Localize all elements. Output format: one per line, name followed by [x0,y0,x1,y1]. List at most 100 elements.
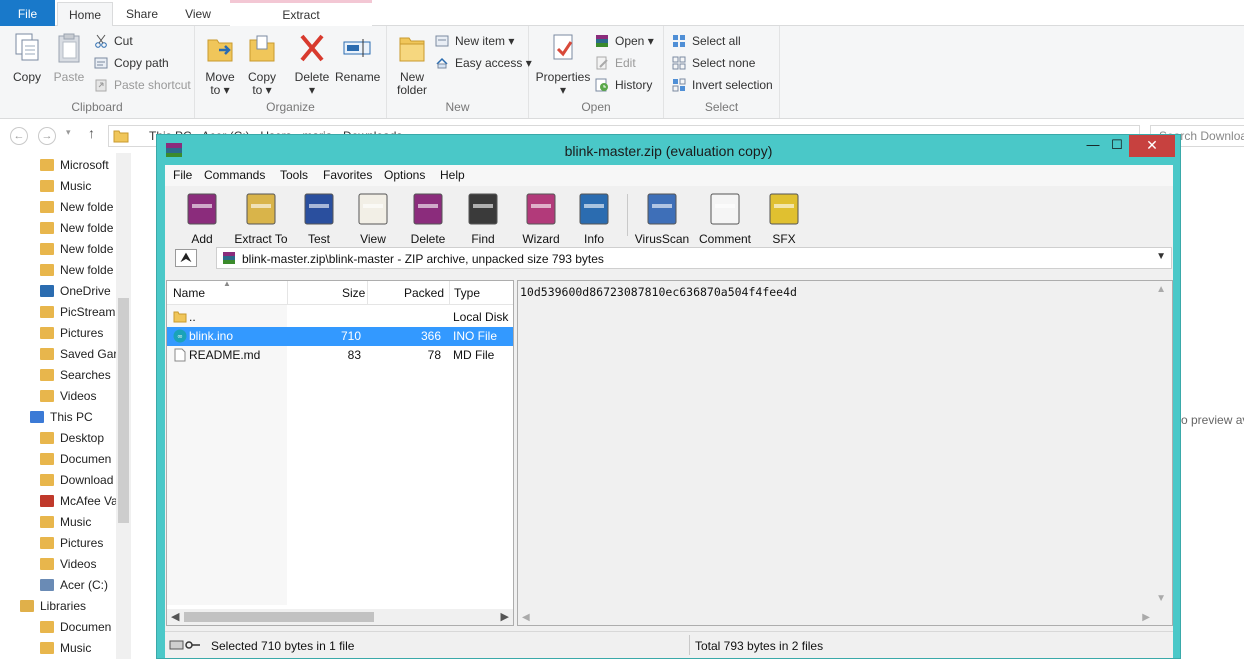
nav-item[interactable]: Download [40,470,116,491]
menu-file[interactable]: File [173,168,192,182]
nav-scrollbar-thumb[interactable] [118,298,129,523]
delete-button[interactable]: Delete ▾ [293,32,331,97]
tab-home[interactable]: Home [57,2,113,27]
nav-item[interactable]: Saved Gar [40,344,116,365]
new-item-label: New item [455,34,506,48]
history-button[interactable]: History [595,76,652,94]
column-size[interactable]: Size [342,286,365,300]
easy-access-button[interactable]: Easy access ▾ [435,54,532,72]
test-button[interactable]: Test [294,190,344,246]
add-button[interactable]: Add [173,190,231,246]
file-row[interactable]: README.md 83 78 MD File [167,346,513,365]
file-list-hscrollbar[interactable]: ◀ ▶ [167,609,513,625]
nav-item[interactable]: Desktop [40,428,116,449]
info-button[interactable]: Info [569,190,619,246]
column-type[interactable]: Type [454,286,480,300]
file-row-selected[interactable]: ∞ blink.ino 710 366 INO File [167,327,513,346]
delete-dropdown[interactable]: ▾ [293,84,331,97]
up-folder-button[interactable]: ⮝ [175,249,197,267]
menu-help[interactable]: Help [440,168,465,182]
history-icon [595,78,608,92]
nav-item[interactable]: Acer (C:) [40,575,116,596]
wizard-button[interactable]: Wizard [513,190,569,246]
new-item-button[interactable]: New item ▾ [435,32,514,50]
nav-scrollbar[interactable] [116,153,131,659]
nav-item-label: New folde [60,242,114,256]
edit-button[interactable]: Edit [595,54,636,72]
properties-button[interactable]: Properties ▾ [535,32,591,97]
new-folder-button[interactable]: New folder [395,32,429,97]
delete-button[interactable]: Delete [403,190,453,246]
nav-item[interactable]: Pictures [40,533,116,554]
select-none-button[interactable]: Select none [672,54,755,72]
menu-tools[interactable]: Tools [280,168,308,182]
column-divider[interactable] [367,281,368,305]
nav-item[interactable]: Music [40,638,116,659]
nav-item[interactable]: PicStream [40,302,116,323]
nav-item[interactable]: New folde [40,260,116,281]
open-button[interactable]: Open ▾ [595,32,654,50]
back-button[interactable]: ← [10,127,28,145]
nav-item[interactable]: New folde [40,239,116,260]
nav-item[interactable]: Searches [40,365,116,386]
nav-item[interactable]: Music [40,176,116,197]
archive-path-box[interactable]: blink-master.zip\blink-master - ZIP arch… [216,247,1172,269]
path-dropdown-icon[interactable]: ▼ [1156,251,1166,262]
scroll-right-arrow[interactable]: ▶ [501,610,509,623]
sfx-button[interactable]: SFX [759,190,809,246]
recent-dropdown[interactable]: ▾ [66,127,71,138]
scroll-down-arrow[interactable]: ▼ [1156,593,1166,604]
hscrollbar-thumb[interactable] [184,612,374,622]
select-all-button[interactable]: Select all [672,32,741,50]
nav-item[interactable]: Videos [40,554,116,575]
column-name[interactable]: Name [173,286,205,300]
nav-item[interactable]: Pictures [40,323,116,344]
nav-item[interactable]: Libraries [20,596,116,617]
nav-item[interactable]: Microsoft [40,155,116,176]
find-button[interactable]: Find [458,190,508,246]
nav-item[interactable]: New folde [40,218,116,239]
copy-to-button[interactable]: Copy to ▾ [245,32,279,97]
winrar-titlebar[interactable]: blink-master.zip (evaluation copy) — ☐ ✕ [157,135,1180,165]
column-packed[interactable]: Packed [404,286,444,300]
virusscan-button[interactable]: VirusScan [632,190,692,246]
file-row-parent[interactable]: .. Local Disk [167,308,513,327]
column-divider[interactable] [449,281,450,305]
up-arrow-icon[interactable]: ↑ [88,125,95,141]
paste-button[interactable]: Paste [50,32,88,84]
tab-share[interactable]: Share [116,0,168,26]
copy-button[interactable]: Copy [8,32,46,84]
nav-item[interactable]: New folde [40,197,116,218]
view-button[interactable]: View [348,190,398,246]
scroll-right-arrow[interactable]: ▶ [1142,612,1150,623]
scroll-left-arrow[interactable]: ◀ [522,612,530,623]
menu-options[interactable]: Options [384,168,425,182]
nav-item[interactable]: Documen [40,617,116,638]
maximize-button[interactable]: ☐ [1103,135,1131,157]
copy-path-button[interactable]: Copy path [94,54,169,72]
move-to-button[interactable]: Move to ▾ [203,32,237,97]
invert-selection-button[interactable]: Invert selection [672,76,773,94]
properties-dropdown[interactable]: ▾ [535,84,591,97]
tab-file[interactable]: File [0,0,55,26]
scroll-up-arrow[interactable]: ▲ [1156,284,1166,295]
paste-shortcut-button[interactable]: Paste shortcut [94,76,191,94]
rename-button[interactable]: Rename [335,32,380,84]
tab-view[interactable]: View [172,0,224,26]
column-divider[interactable] [287,281,288,305]
nav-item[interactable]: OneDrive [40,281,116,302]
forward-button[interactable]: → [38,127,56,145]
cut-button[interactable]: Cut [94,32,133,50]
menu-favorites[interactable]: Favorites [323,168,372,182]
tab-extract[interactable]: Extract [230,0,372,26]
comment-button[interactable]: Comment [695,190,755,246]
nav-item[interactable]: Documen [40,449,116,470]
menu-commands[interactable]: Commands [204,168,265,182]
close-button[interactable]: ✕ [1129,135,1175,157]
nav-item[interactable]: This PC [30,407,116,428]
scroll-left-arrow[interactable]: ◀ [171,610,179,623]
extract-to-button[interactable]: Extract To [231,190,291,246]
nav-item[interactable]: Videos [40,386,116,407]
nav-item[interactable]: McAfee Va [40,491,116,512]
nav-item[interactable]: Music [40,512,116,533]
